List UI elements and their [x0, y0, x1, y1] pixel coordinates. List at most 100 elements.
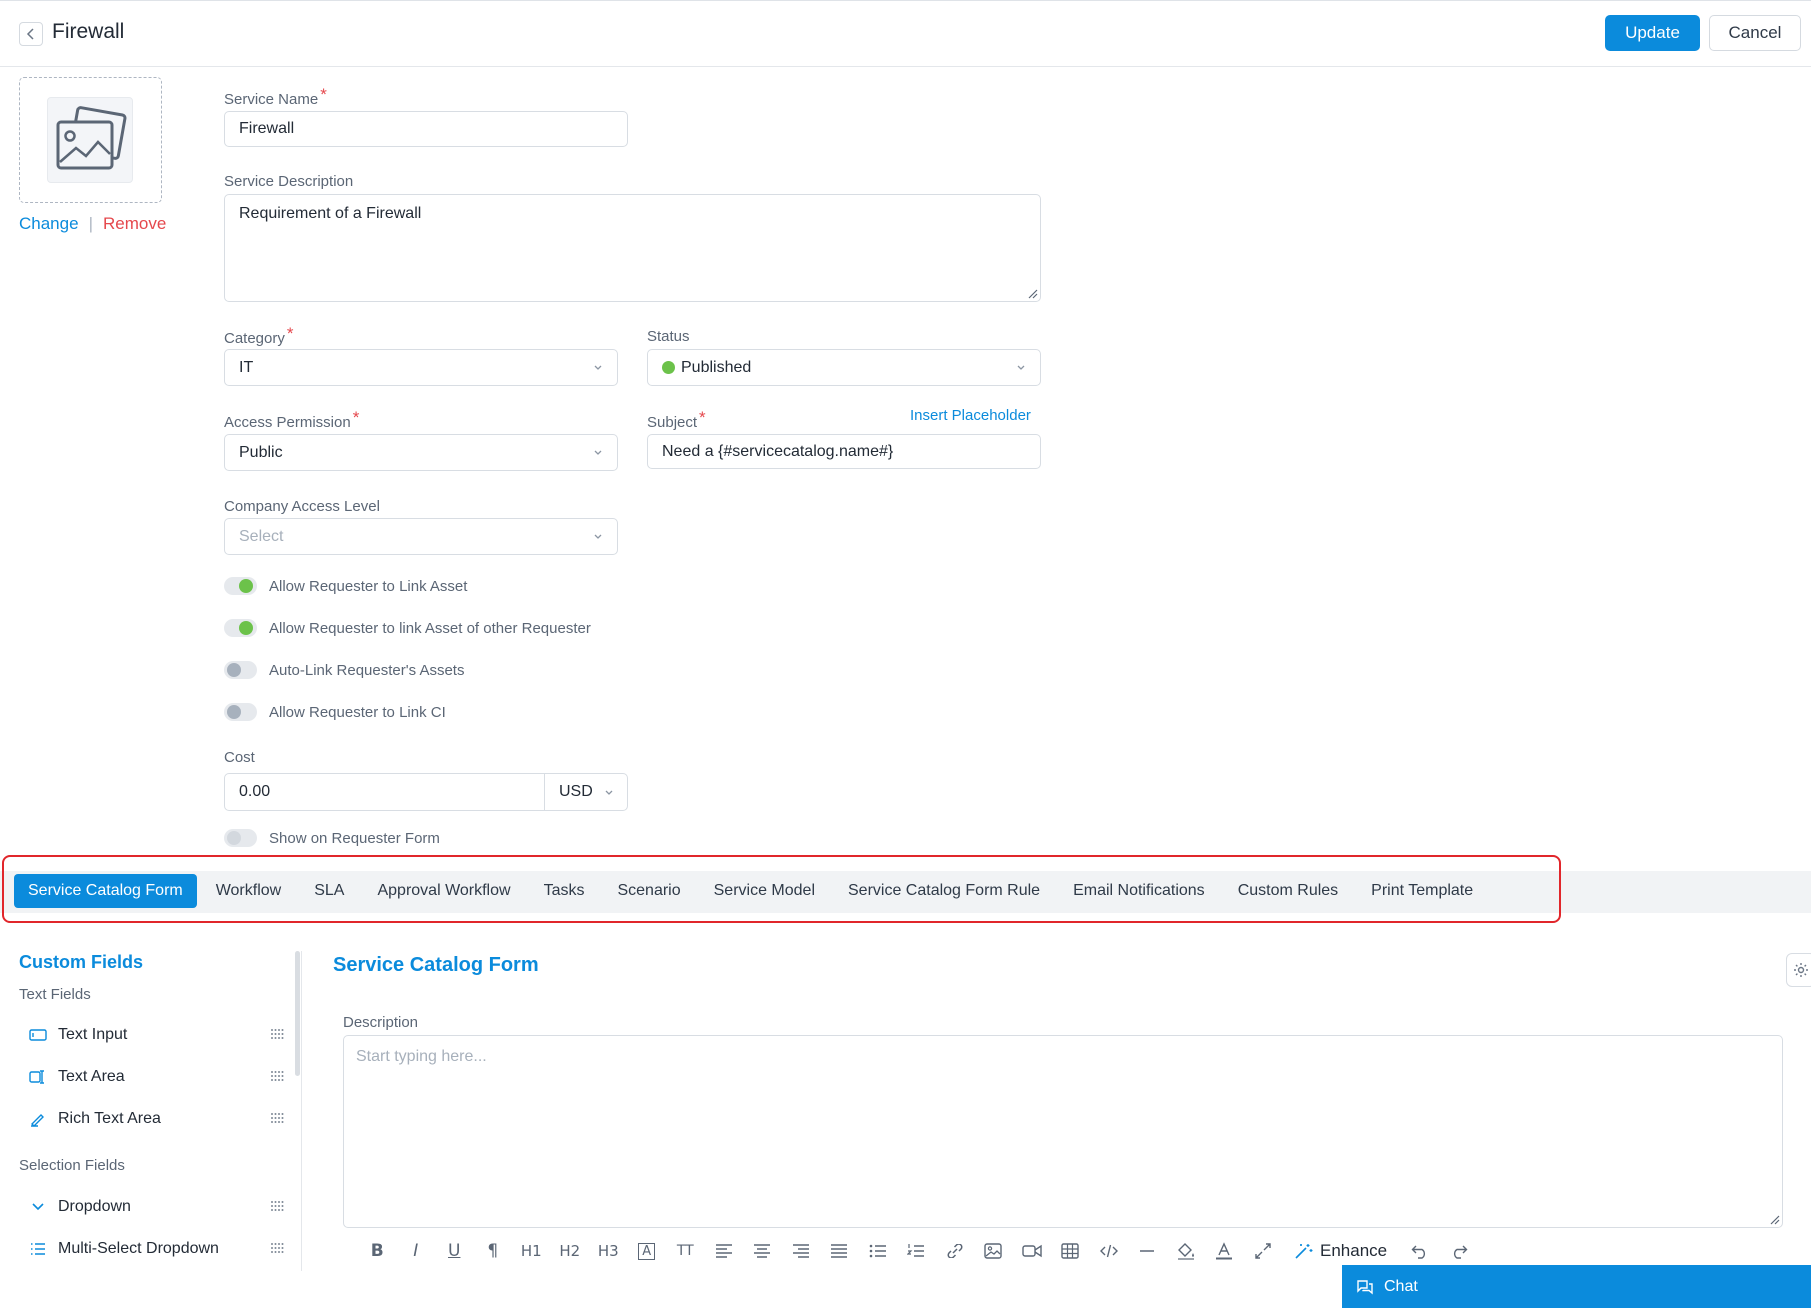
- cost-field: 0.00 USD: [224, 773, 628, 811]
- access-permission-label: Access Permission *: [224, 408, 360, 431]
- page-header: Firewall Update Cancel: [0, 1, 1811, 67]
- italic-button[interactable]: I: [397, 1237, 436, 1265]
- text-input-icon: [28, 1025, 48, 1045]
- description-label: Description: [343, 1014, 419, 1031]
- remove-image-link[interactable]: Remove: [103, 214, 166, 234]
- change-image-link[interactable]: Change: [19, 214, 79, 234]
- service-name-label: Service Name *: [224, 85, 327, 108]
- company-access-level-select[interactable]: Select: [224, 518, 618, 555]
- image-placeholder-icon: [47, 97, 133, 183]
- description-editor[interactable]: Start typing here...: [343, 1035, 1783, 1228]
- font-box-button[interactable]: A: [628, 1237, 667, 1265]
- custom-field-dropdown[interactable]: Dropdown: [28, 1194, 284, 1220]
- drag-handle-icon[interactable]: [270, 1070, 284, 1082]
- service-description-label: Service Description: [224, 173, 354, 190]
- drag-handle-icon[interactable]: [270, 1028, 284, 1040]
- paragraph-button[interactable]: ¶: [474, 1237, 513, 1265]
- toggle-show-on-requester-form: Show on Requester Form: [224, 829, 440, 847]
- image-icon[interactable]: [974, 1237, 1013, 1265]
- heading3-button[interactable]: H3: [589, 1237, 628, 1265]
- resize-handle-icon[interactable]: [1768, 1213, 1780, 1225]
- page-title: Firewall: [52, 20, 125, 43]
- list-icon: [28, 1239, 48, 1259]
- chevron-down-icon: [605, 790, 613, 795]
- font-color-icon[interactable]: [1205, 1237, 1244, 1265]
- toggle-link-asset-other: Allow Requester to link Asset of other R…: [224, 619, 591, 637]
- sidebar-divider: [301, 951, 302, 1271]
- subject-label: Subject *: [647, 408, 706, 431]
- toggle-auto-link-assets: Auto-Link Requester's Assets: [224, 661, 464, 679]
- justify-icon[interactable]: [820, 1237, 859, 1265]
- undo-icon[interactable]: [1401, 1237, 1440, 1265]
- currency-select[interactable]: USD: [545, 774, 627, 810]
- text-area-icon: [28, 1067, 48, 1087]
- category-select[interactable]: IT: [224, 349, 618, 386]
- numbered-list-icon[interactable]: [897, 1237, 936, 1265]
- drag-handle-icon[interactable]: [270, 1242, 284, 1254]
- custom-field-rich-text-area[interactable]: Rich Text Area: [28, 1106, 284, 1132]
- custom-fields-title: Custom Fields: [19, 952, 144, 972]
- custom-field-multi-select-dropdown[interactable]: Multi-Select Dropdown: [28, 1236, 284, 1262]
- custom-field-text-area[interactable]: Text Area: [28, 1064, 284, 1090]
- align-center-icon[interactable]: [743, 1237, 782, 1265]
- editor-toolbar: B I U ¶ H1 H2 H3 A TT Enhance: [358, 1236, 1478, 1266]
- service-image-dropzone[interactable]: [19, 77, 162, 203]
- status-select[interactable]: Published: [647, 349, 1041, 386]
- back-button[interactable]: [19, 22, 43, 46]
- underline-button[interactable]: U: [435, 1237, 474, 1265]
- font-size-button[interactable]: TT: [666, 1237, 705, 1265]
- cost-input[interactable]: 0.00: [225, 774, 545, 810]
- chevron-down-icon: [594, 365, 602, 370]
- toggle-switch[interactable]: [224, 661, 257, 679]
- service-name-input[interactable]: Firewall: [224, 111, 628, 147]
- form-settings-button[interactable]: [1786, 953, 1811, 987]
- horizontal-rule-icon[interactable]: [1128, 1237, 1167, 1265]
- link-separator: |: [88, 214, 93, 233]
- chevron-down-icon: [594, 450, 602, 455]
- update-button[interactable]: Update: [1605, 15, 1700, 51]
- insert-placeholder-link[interactable]: Insert Placeholder: [910, 407, 1031, 424]
- fullscreen-icon[interactable]: [1244, 1237, 1283, 1265]
- bold-button[interactable]: B: [358, 1237, 397, 1265]
- align-left-icon[interactable]: [705, 1237, 744, 1265]
- chat-icon: [1357, 1279, 1373, 1294]
- toggle-switch[interactable]: [224, 829, 257, 847]
- fill-color-icon[interactable]: [1167, 1237, 1206, 1265]
- selection-fields-heading: Selection Fields: [19, 1157, 125, 1174]
- gear-icon: [1794, 963, 1808, 977]
- chevron-left-icon: [26, 28, 34, 40]
- chat-button[interactable]: Chat: [1342, 1265, 1811, 1308]
- sidebar-scrollbar[interactable]: [295, 951, 300, 1076]
- align-right-icon[interactable]: [782, 1237, 821, 1265]
- status-label: Status: [647, 328, 690, 345]
- chevron-down-icon: [28, 1197, 48, 1217]
- heading1-button[interactable]: H1: [512, 1237, 551, 1265]
- cost-label: Cost: [224, 749, 255, 766]
- subject-input[interactable]: Need a {#servicecatalog.name#}: [647, 434, 1041, 469]
- chevron-down-icon: [594, 534, 602, 539]
- toggle-switch[interactable]: [224, 577, 257, 595]
- table-icon[interactable]: [1051, 1237, 1090, 1265]
- company-access-level-label: Company Access Level: [224, 498, 380, 515]
- toggle-switch[interactable]: [224, 619, 257, 637]
- bullet-list-icon[interactable]: [859, 1237, 898, 1265]
- chevron-down-icon: [1017, 365, 1025, 370]
- text-fields-heading: Text Fields: [19, 986, 91, 1003]
- toggle-link-asset: Allow Requester to Link Asset: [224, 577, 467, 595]
- service-description-textarea[interactable]: Requirement of a Firewall: [224, 194, 1041, 302]
- status-dot: [662, 361, 675, 374]
- toggle-switch[interactable]: [224, 703, 257, 721]
- custom-field-text-input[interactable]: Text Input: [28, 1022, 284, 1048]
- enhance-button[interactable]: Enhance: [1288, 1237, 1393, 1265]
- heading2-button[interactable]: H2: [551, 1237, 590, 1265]
- magic-wand-icon: [1295, 1244, 1313, 1259]
- link-icon[interactable]: [936, 1237, 975, 1265]
- drag-handle-icon[interactable]: [270, 1112, 284, 1124]
- resize-handle-icon[interactable]: [1026, 287, 1038, 299]
- cancel-button[interactable]: Cancel: [1709, 15, 1801, 51]
- code-icon[interactable]: [1090, 1237, 1129, 1265]
- access-permission-select[interactable]: Public: [224, 434, 618, 471]
- drag-handle-icon[interactable]: [270, 1200, 284, 1212]
- redo-icon[interactable]: [1440, 1237, 1479, 1265]
- video-icon[interactable]: [1013, 1237, 1052, 1265]
